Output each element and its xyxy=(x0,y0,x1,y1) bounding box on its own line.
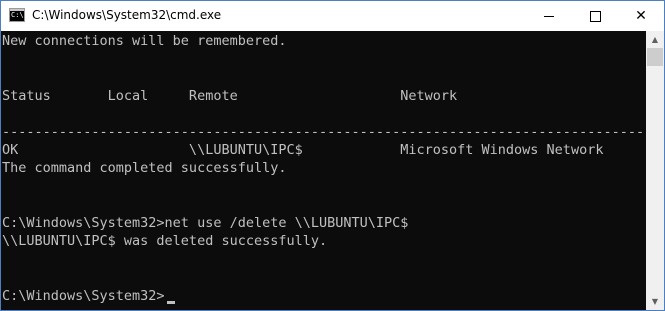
console-line: C:\Windows\System32> xyxy=(2,287,165,304)
console-line: The command completed successfully. xyxy=(2,160,287,177)
cmd-icon-text: C:\. xyxy=(11,11,24,19)
minimize-button[interactable] xyxy=(526,1,572,31)
close-button[interactable]: ✕ xyxy=(618,1,664,31)
console-line: C:\Windows\System32>net use /delete \\LU… xyxy=(2,215,409,231)
console-line: New connections will be remembered. xyxy=(2,33,287,49)
console-window: C:\. C:\Windows\System32\cmd.exe ✕ New c… xyxy=(0,0,665,311)
text-cursor xyxy=(166,300,175,304)
window-title: C:\Windows\System32\cmd.exe xyxy=(32,8,222,22)
cmd-icon[interactable]: C:\. xyxy=(9,8,25,22)
vertical-scrollbar[interactable]: ▲ ▼ xyxy=(646,31,664,310)
scroll-thumb[interactable] xyxy=(647,48,663,66)
scroll-down-arrow-icon[interactable]: ▼ xyxy=(646,293,664,310)
scroll-up-arrow-icon[interactable]: ▲ xyxy=(646,31,664,48)
title-bar[interactable]: C:\. C:\Windows\System32\cmd.exe ✕ xyxy=(1,1,664,31)
console-line: OK \\LUBUNTU\IPC$ Microsoft Windows Netw… xyxy=(2,142,604,159)
close-icon: ✕ xyxy=(635,8,647,24)
maximize-icon xyxy=(589,10,601,22)
console-output[interactable]: New connections will be remembered. Statu… xyxy=(1,31,646,310)
console-line: \\LUBUNTU\IPC$ was deleted successfully. xyxy=(2,233,328,250)
console-line: ----------------------------------------… xyxy=(2,124,645,140)
maximize-button[interactable] xyxy=(572,1,618,31)
minimize-icon xyxy=(544,15,554,17)
console-line: Status Local Remote Network xyxy=(2,87,458,104)
